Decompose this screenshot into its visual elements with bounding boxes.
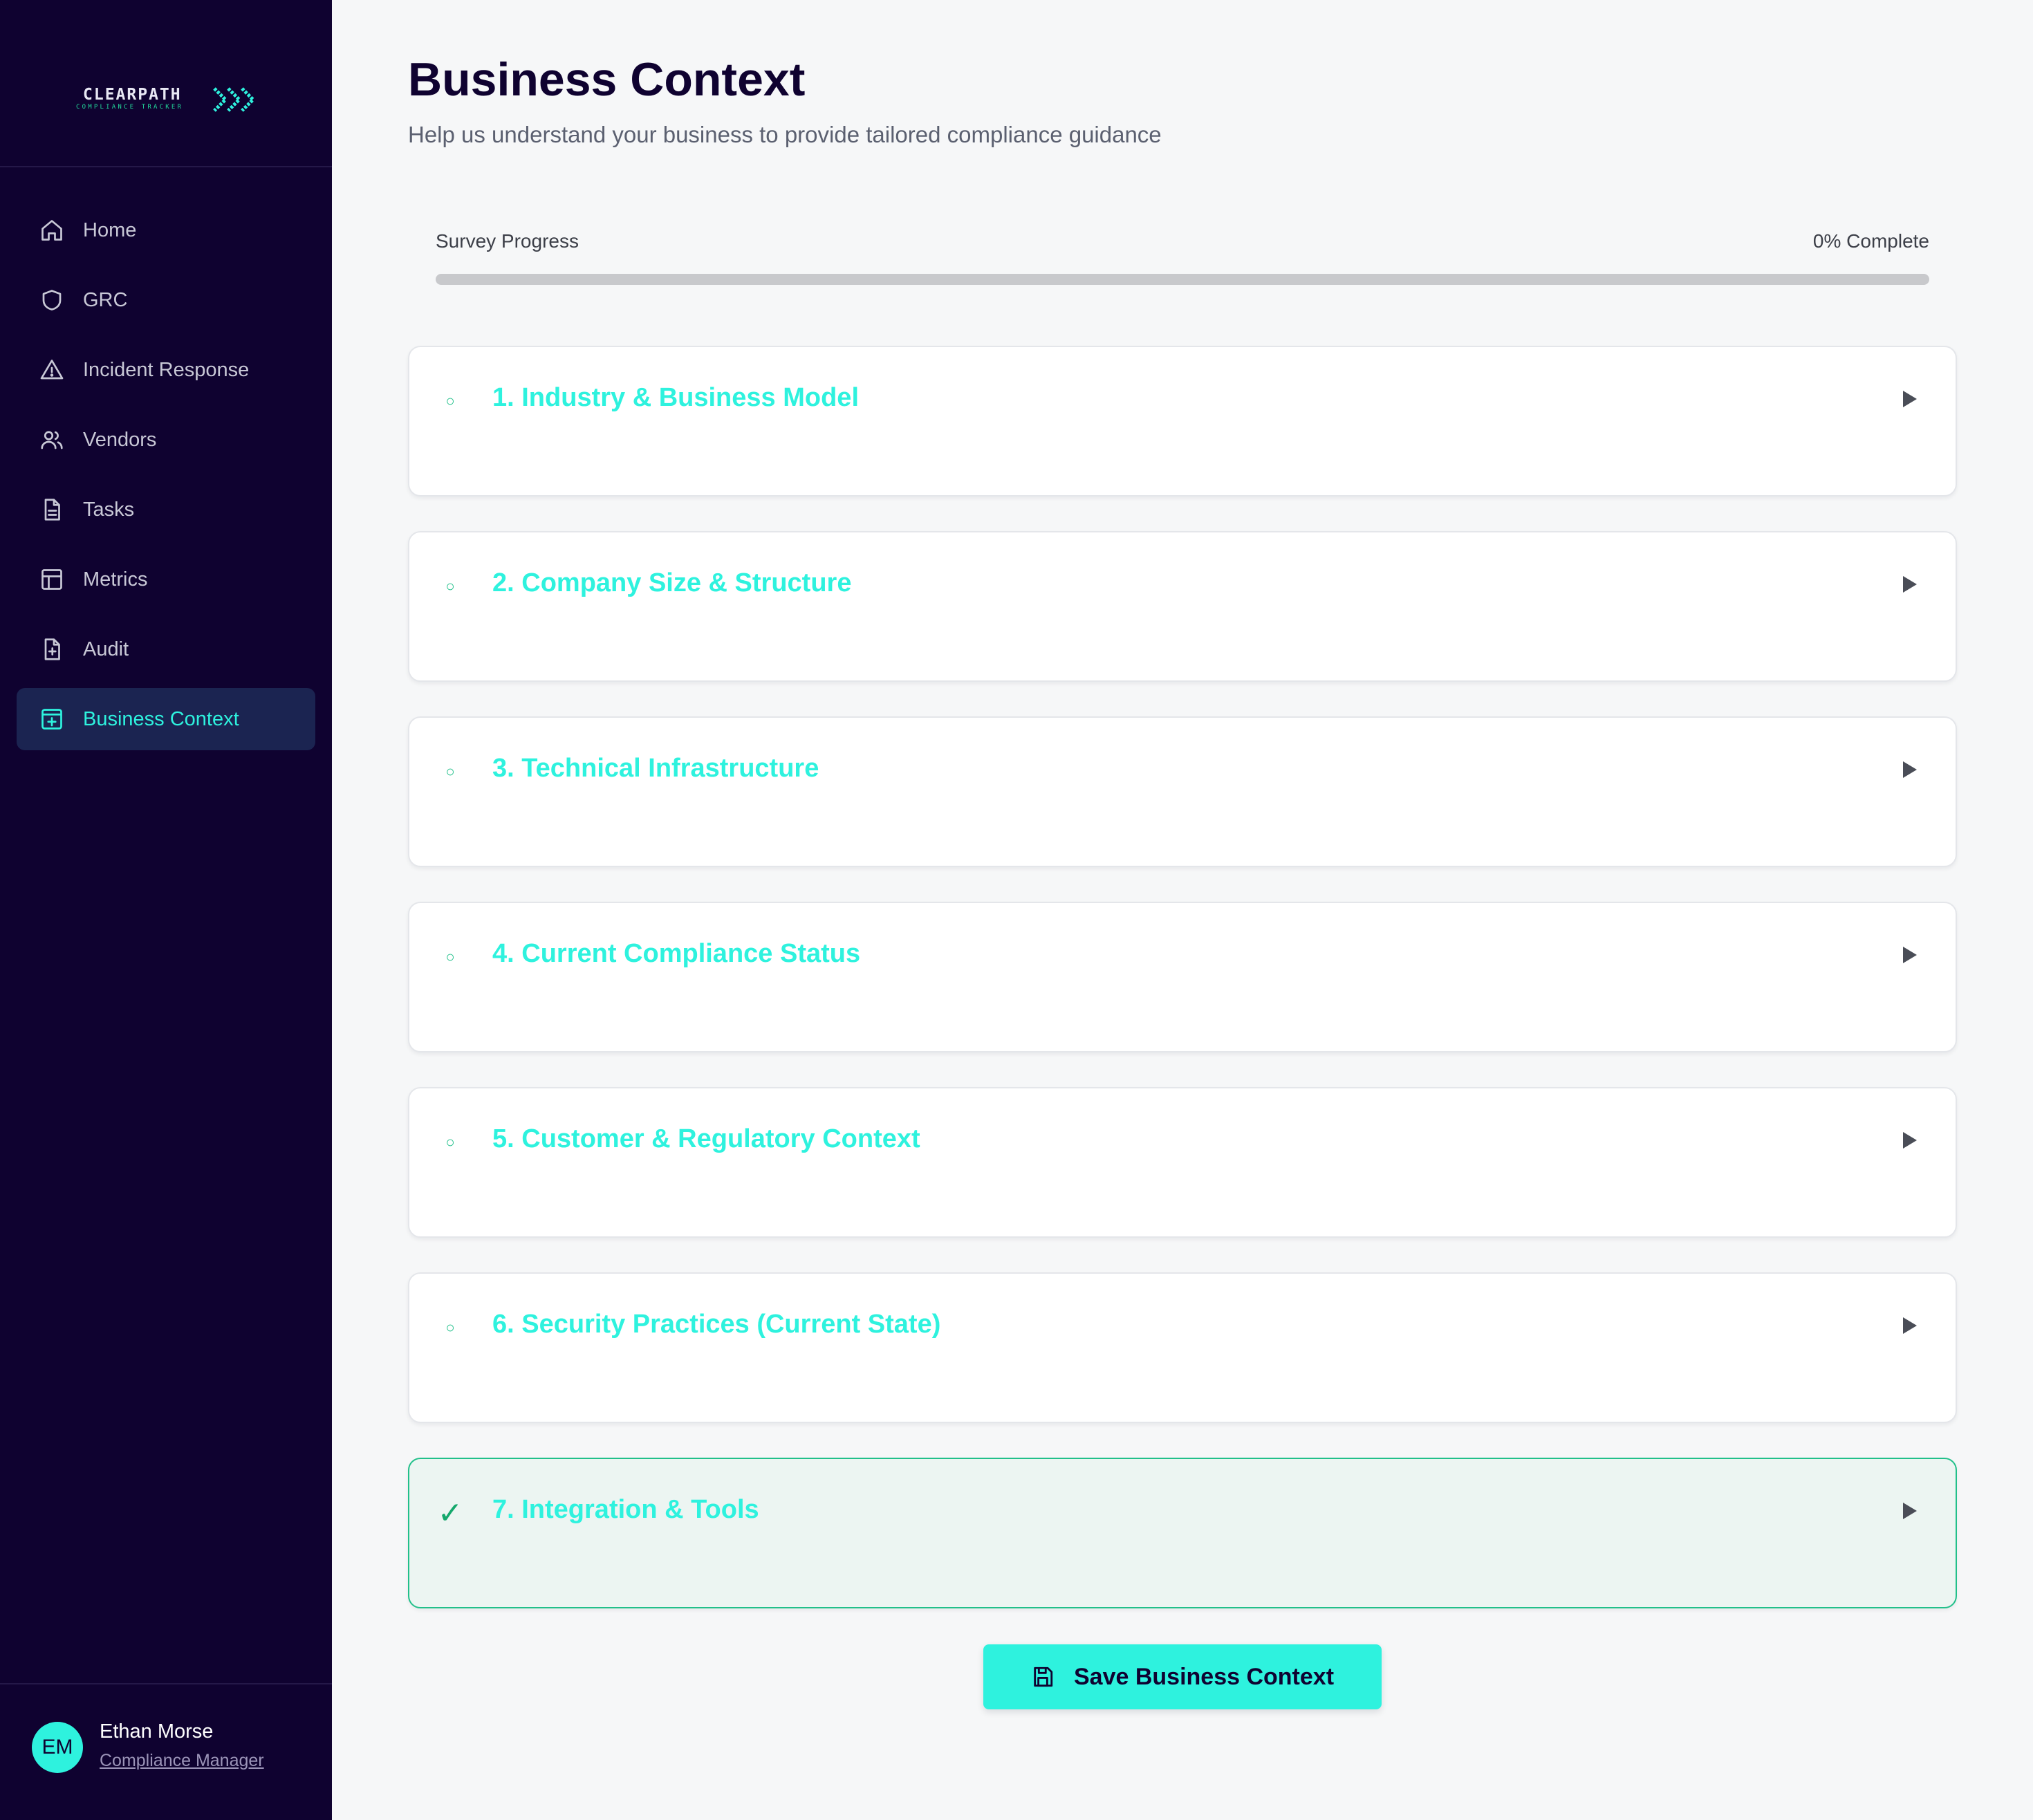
expand-arrow-icon[interactable] — [1902, 761, 1918, 779]
section-title: 3. Technical Infrastructure — [492, 754, 819, 783]
section-card-company-size-structure[interactable]: ○ 2. Company Size & Structure — [408, 531, 1957, 682]
section-card-customer-regulatory-context[interactable]: ○ 5. Customer & Regulatory Context — [408, 1087, 1957, 1238]
layout-icon — [39, 566, 65, 593]
section-title: 7. Integration & Tools — [492, 1495, 759, 1524]
status-circle-icon: ○ — [445, 1319, 455, 1336]
shield-icon — [39, 287, 65, 313]
sidebar-item-incident-response[interactable]: Incident Response — [17, 339, 315, 401]
section-card-current-compliance-status[interactable]: ○ 4. Current Compliance Status — [408, 902, 1957, 1052]
status-circle-icon: ○ — [445, 392, 455, 409]
user-role-link[interactable]: Compliance Manager — [100, 1751, 264, 1771]
section-card-technical-infrastructure[interactable]: ○ 3. Technical Infrastructure — [408, 716, 1957, 867]
sidebar-item-label: Business Context — [83, 707, 239, 730]
expand-arrow-icon[interactable] — [1902, 390, 1918, 408]
warning-triangle-icon — [39, 357, 65, 383]
checkmark-icon: ✓ — [437, 1496, 463, 1530]
document-icon — [39, 496, 65, 523]
sidebar-item-label: Audit — [83, 638, 129, 660]
logo-tagline: COMPLIANCE TRACKER — [76, 104, 184, 111]
user-name: Ethan Morse — [100, 1720, 214, 1743]
sidebar-item-grc[interactable]: GRC — [17, 269, 315, 331]
home-icon — [39, 217, 65, 243]
page-subtitle: Help us understand your business to prov… — [408, 122, 1162, 147]
sidebar-item-label: Tasks — [83, 498, 135, 521]
sidebar-nav: Home GRC Incident Response Vendors Tasks — [17, 199, 315, 758]
sidebar-item-audit[interactable]: Audit — [17, 618, 315, 680]
expand-arrow-icon[interactable] — [1902, 575, 1918, 593]
survey-sections: ○ 1. Industry & Business Model ○ 2. Comp… — [408, 346, 1957, 1643]
expand-arrow-icon[interactable] — [1902, 1131, 1918, 1149]
sidebar-item-label: Metrics — [83, 568, 148, 591]
square-plus-icon — [39, 706, 65, 732]
sidebar-item-home[interactable]: Home — [17, 199, 315, 261]
section-title: 2. Company Size & Structure — [492, 568, 852, 597]
expand-arrow-icon[interactable] — [1902, 946, 1918, 964]
main-content: Business Context Help us understand your… — [332, 0, 2033, 1820]
sidebar-item-tasks[interactable]: Tasks — [17, 479, 315, 541]
progress-label: Survey Progress — [436, 230, 579, 252]
avatar[interactable]: EM — [32, 1722, 83, 1773]
sidebar-item-label: Incident Response — [83, 358, 250, 381]
progress-value: 0% Complete — [1812, 230, 1929, 252]
sidebar-item-vendors[interactable]: Vendors — [17, 409, 315, 471]
status-circle-icon: ○ — [445, 763, 455, 780]
chevrons-logo-icon — [213, 87, 256, 112]
section-title: 4. Current Compliance Status — [492, 939, 861, 968]
page-title: Business Context — [408, 53, 806, 106]
file-plus-icon — [39, 636, 65, 662]
expand-arrow-icon[interactable] — [1902, 1502, 1918, 1520]
user-profile[interactable]: EM Ethan Morse Compliance Manager — [0, 1683, 332, 1820]
sidebar-item-label: Home — [83, 219, 137, 241]
status-circle-icon: ○ — [445, 948, 455, 965]
section-title: 1. Industry & Business Model — [492, 383, 859, 412]
save-business-context-button[interactable]: Save Business Context — [983, 1644, 1382, 1709]
sidebar-item-business-context[interactable]: Business Context — [17, 688, 315, 750]
save-disk-icon — [1034, 1666, 1053, 1687]
users-icon — [39, 427, 65, 453]
logo[interactable]: CLEARPATH COMPLIANCE TRACKER — [0, 0, 332, 167]
status-circle-icon: ○ — [445, 577, 455, 595]
sidebar-item-label: Vendors — [83, 428, 157, 451]
logo-wordmark: CLEARPATH — [83, 86, 182, 104]
expand-arrow-icon[interactable] — [1902, 1317, 1918, 1335]
sidebar: CLEARPATH COMPLIANCE TRACKER Home GRC In… — [0, 0, 332, 1820]
sidebar-item-label: GRC — [83, 288, 128, 311]
section-card-security-practices[interactable]: ○ 6. Security Practices (Current State) — [408, 1272, 1957, 1423]
sidebar-item-metrics[interactable]: Metrics — [17, 548, 315, 611]
section-title: 5. Customer & Regulatory Context — [492, 1124, 920, 1153]
save-button-label: Save Business Context — [1073, 1663, 1335, 1690]
status-circle-icon: ○ — [445, 1133, 455, 1151]
section-title: 6. Security Practices (Current State) — [492, 1310, 941, 1339]
section-card-industry-business-model[interactable]: ○ 1. Industry & Business Model — [408, 346, 1957, 496]
progress-bar — [436, 274, 1929, 285]
section-card-integration-tools[interactable]: ✓ 7. Integration & Tools — [408, 1458, 1957, 1608]
